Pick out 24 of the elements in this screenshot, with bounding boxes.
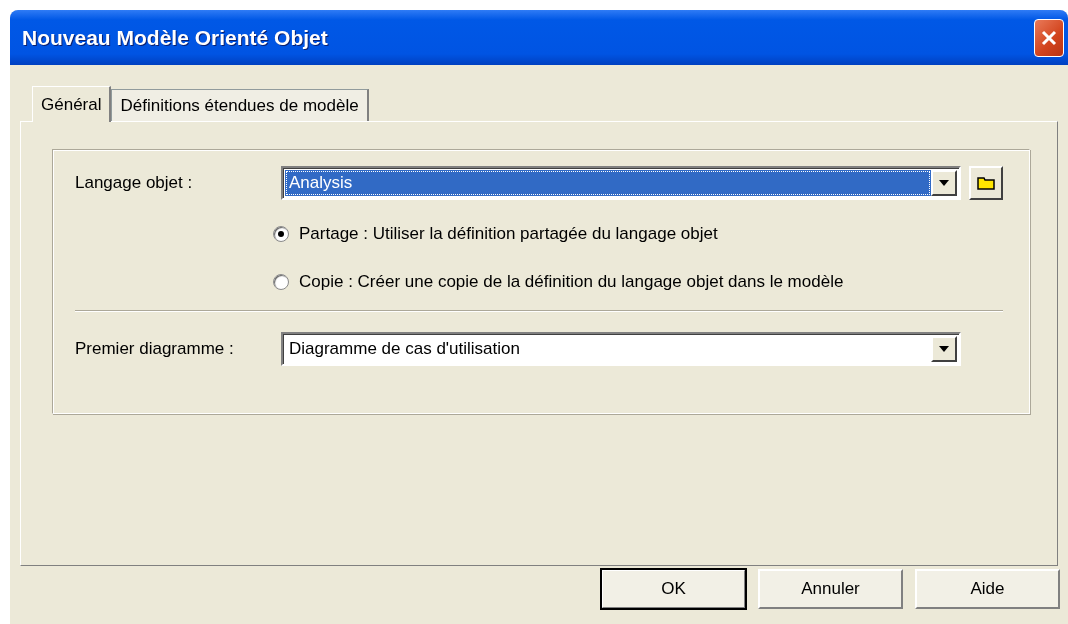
- radio-button[interactable]: [273, 226, 289, 242]
- browse-button[interactable]: [969, 166, 1003, 200]
- close-button[interactable]: [1034, 18, 1064, 57]
- tab[interactable]: Général: [32, 86, 112, 122]
- dialog-button[interactable]: Aide: [915, 569, 1060, 609]
- window-title: Nouveau Modèle Orienté Objet: [22, 25, 329, 50]
- dropdown-field[interactable]: Diagramme de cas d'utilisation: [281, 332, 961, 366]
- dropdown-arrow-button[interactable]: [931, 336, 957, 362]
- caret-icon: [939, 346, 949, 352]
- dropdown-field[interactable]: Analysis: [281, 166, 961, 200]
- field-label: Langage objet :: [75, 173, 194, 193]
- radio-button[interactable]: [273, 274, 289, 290]
- dropdown-arrow-button[interactable]: [931, 170, 957, 196]
- radio-label[interactable]: Copie : Créer une copie de la définition du langage objet dans le modèle: [299, 272, 844, 292]
- dropdown-value: Diagramme de cas d'utilisation: [288, 338, 521, 360]
- tab[interactable]: Définitions étendues de modèle: [111, 89, 369, 121]
- dialog-button[interactable]: Annuler: [758, 569, 903, 609]
- field-label: Premier diagramme :: [75, 339, 235, 359]
- caret-icon: [939, 180, 949, 186]
- close-icon: [1041, 29, 1057, 46]
- dropdown-value: Analysis: [285, 170, 931, 196]
- radio-label[interactable]: Partage : Utiliser la définition partagée du langage objet: [299, 224, 718, 244]
- folder-icon: [977, 176, 995, 190]
- dialog-button[interactable]: OK: [601, 569, 746, 609]
